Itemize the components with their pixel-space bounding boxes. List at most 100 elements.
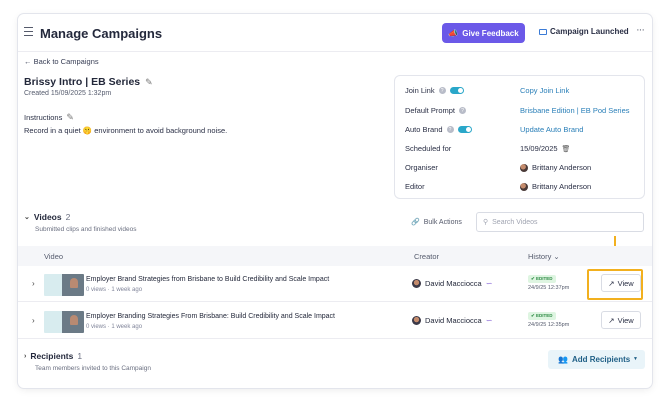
campaign-details-card: Join Link ? Copy Join Link Default Promp… (394, 75, 645, 199)
organiser-value: Brittany Anderson (520, 163, 591, 172)
monitor-icon (539, 28, 547, 35)
creator-cell: David Macciocca ∽ (412, 279, 492, 288)
editor-row: Editor (405, 182, 425, 191)
auto-brand-toggle[interactable] (457, 126, 472, 133)
search-videos-input[interactable]: ⚲ Search Videos (476, 212, 644, 232)
chevron-right-icon[interactable]: › (32, 316, 35, 325)
scheduled-value: 15/09/2025 🗑 (520, 144, 570, 153)
video-title[interactable]: Employer Branding Strategies From Brisba… (86, 313, 335, 320)
created-date: Created 15/09/2025 1:32pm (24, 90, 112, 97)
videos-table-header: Video Creator History ⌄ (18, 246, 652, 266)
default-prompt-row: Default Prompt ? (405, 106, 467, 115)
editor-value: Brittany Anderson (520, 182, 591, 191)
app-window: Manage Campaigns 📣 Give Feedback Campaig… (18, 14, 652, 388)
more-options-icon[interactable]: ··· (636, 24, 645, 36)
sparkle-icon: ∽ (485, 316, 493, 325)
video-thumbnail[interactable] (44, 311, 84, 333)
give-feedback-button[interactable]: 📣 Give Feedback (442, 23, 525, 43)
edit-instructions-pencil-icon[interactable]: ✎ (66, 112, 74, 123)
chevron-right-icon[interactable]: › (32, 279, 35, 288)
campaign-status-label: Campaign Launched (550, 27, 629, 36)
avatar (520, 163, 528, 172)
recipients-heading: Recipients (30, 351, 74, 361)
videos-subtitle: Submitted clips and finished videos (35, 226, 137, 233)
editor-name: Brittany Anderson (532, 182, 592, 191)
instructions-text: Record in a quiet 🤫 environment to avoid… (24, 126, 227, 135)
campaign-name: Brissy Intro | EB Series (24, 76, 141, 88)
chevron-right-icon: › (24, 352, 27, 360)
default-prompt-link[interactable]: Brisbane Edition | EB Pod Series (520, 106, 630, 115)
instructions-text-part2: environment to avoid background noise. (94, 126, 228, 135)
recipients-section-toggle[interactable]: › Recipients 1 (24, 351, 82, 361)
creator-name: David Macciocca (425, 316, 482, 325)
bulk-actions-label: Bulk Actions (423, 218, 462, 226)
campaign-title: Brissy Intro | EB Series ✎ (24, 76, 153, 88)
organiser-row: Organiser (405, 163, 438, 172)
join-link-toggle[interactable] (449, 87, 464, 94)
bulk-actions-button[interactable]: 🔗 Bulk Actions (411, 218, 462, 227)
help-icon[interactable]: ? (459, 107, 467, 114)
chevron-down-icon: ⌄ (24, 214, 30, 221)
auto-brand-row: Auto Brand ? (405, 125, 472, 134)
trash-icon[interactable]: 🗑 (562, 145, 571, 153)
avatar (520, 182, 528, 191)
auto-brand-label: Auto Brand (405, 125, 443, 134)
video-thumbnail[interactable] (44, 274, 84, 296)
instructions-label: Instructions (24, 113, 63, 122)
instructions-heading: Instructions ✎ (24, 112, 74, 123)
give-feedback-label: Give Feedback (462, 28, 519, 38)
avatar (412, 316, 421, 325)
creator-name: David Macciocca (425, 279, 482, 288)
view-button-highlight (587, 269, 643, 300)
search-icon: ⚲ (483, 219, 489, 226)
page-title: Manage Campaigns (40, 26, 163, 41)
column-video: Video (44, 252, 64, 261)
videos-section-toggle[interactable]: ⌄ Videos 2 (24, 212, 70, 222)
status-badge: ✔ EDITED (528, 275, 556, 283)
video-meta: 0 views · 1 week ago (86, 324, 143, 330)
help-icon[interactable]: ? (438, 87, 446, 94)
caret-down-icon[interactable]: ▼ (633, 356, 638, 362)
edit-title-pencil-icon[interactable]: ✎ (145, 77, 153, 88)
history-date: 24/9/25 12:35pm (528, 322, 570, 328)
view-button[interactable]: ↗ View (601, 311, 641, 329)
video-meta: 0 views · 1 week ago (86, 287, 143, 293)
organiser-name: Brittany Anderson (532, 163, 592, 172)
table-row: › Employer Branding Strategies From Bris… (18, 303, 652, 339)
instructions-text-part1: Record in a quiet (24, 126, 81, 135)
recipients-count: 1 (77, 351, 83, 361)
status-badge: ✔ EDITED (528, 312, 556, 320)
campaign-status: Campaign Launched (539, 27, 629, 36)
shush-emoji-icon: 🤫 (82, 126, 93, 135)
add-user-icon: 👥 (558, 355, 568, 364)
add-recipients-button[interactable]: 👥 Add Recipients ▼ (548, 350, 645, 369)
scheduled-row: Scheduled for (405, 144, 451, 153)
default-prompt-label: Default Prompt (405, 106, 456, 115)
recipients-subtitle: Team members invited to this Campaign (35, 365, 151, 372)
back-to-campaigns-link[interactable]: ← Back to Campaigns (24, 57, 99, 66)
table-row: › Employer Brand Strategies from Brisban… (18, 266, 652, 302)
menu-icon[interactable] (24, 27, 33, 36)
history-date: 24/9/25 12:37pm (528, 285, 570, 291)
column-history[interactable]: History ⌄ (528, 252, 560, 261)
help-icon[interactable]: ? (446, 126, 454, 133)
megaphone-icon: 📣 (448, 28, 459, 38)
scheduled-label: Scheduled for (405, 144, 452, 153)
copy-join-link[interactable]: Copy Join Link (520, 86, 569, 95)
avatar (412, 279, 421, 288)
update-auto-brand-link[interactable]: Update Auto Brand (520, 125, 583, 134)
column-creator: Creator (414, 252, 440, 261)
external-link-icon: ↗ (608, 315, 615, 325)
organiser-label: Organiser (405, 163, 438, 172)
videos-count: 2 (65, 212, 71, 222)
add-recipients-label: Add Recipients (571, 355, 631, 364)
join-link-row: Join Link ? (405, 86, 464, 95)
creator-cell: David Macciocca ∽ (412, 316, 492, 325)
video-title[interactable]: Employer Brand Strategies from Brisbane … (86, 276, 329, 283)
link-icon: 🔗 (411, 219, 420, 226)
scheduled-date: 15/09/2025 (520, 144, 558, 153)
sparkle-icon: ∽ (485, 279, 493, 288)
top-header: Manage Campaigns 📣 Give Feedback Campaig… (18, 14, 652, 52)
search-placeholder: Search Videos (492, 218, 538, 226)
editor-label: Editor (405, 182, 425, 191)
